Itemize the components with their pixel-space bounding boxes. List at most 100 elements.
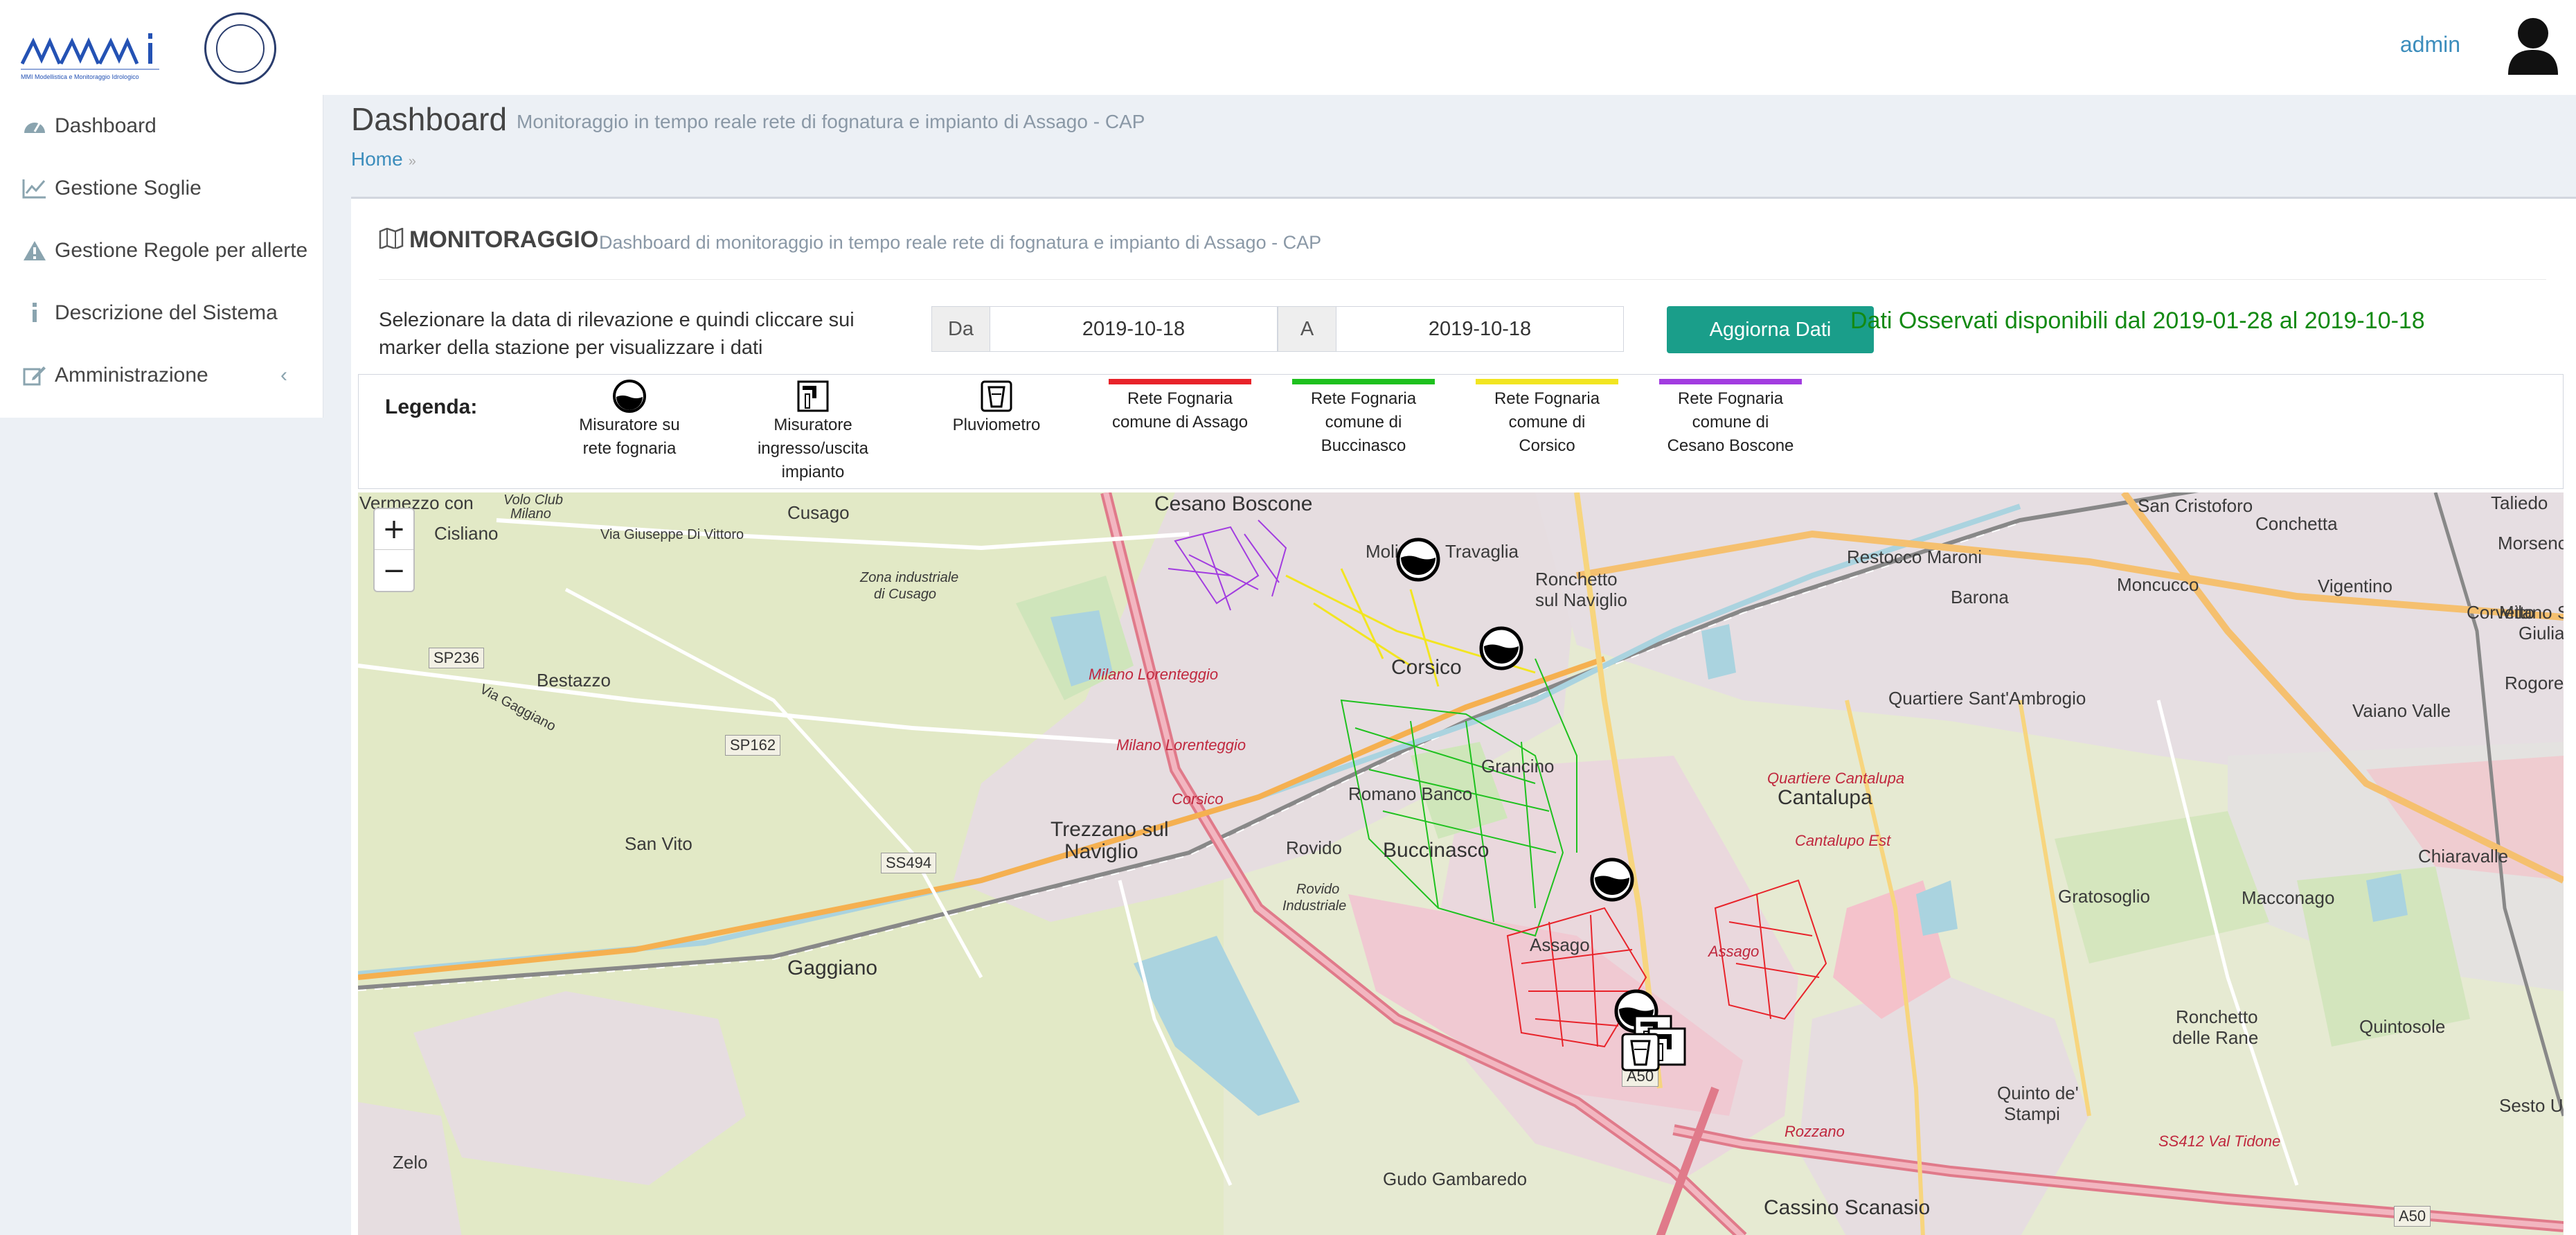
legend-color-swatch: [1292, 379, 1435, 384]
date-to-label: A: [1278, 307, 1336, 351]
sidebar-item-gestione-regole[interactable]: Gestione Regole per allerte: [0, 220, 323, 282]
map-label: Cusago: [787, 502, 850, 523]
page-subtitle: Monitoraggio in tempo reale rete di fogn…: [517, 111, 1145, 132]
sidebar: Dashboard Gestione Soglie Gestione Regol…: [0, 95, 323, 418]
map-label: Naviglio: [1064, 840, 1138, 863]
map-label: Cantalupo Est: [1795, 832, 1891, 849]
map-label: Travaglia: [1445, 541, 1519, 562]
rain-gauge-icon: [981, 380, 1012, 412]
date-to-input[interactable]: [1336, 307, 1623, 351]
sidebar-item-amministrazione[interactable]: Amministrazione ‹: [0, 344, 323, 407]
map-label: Assago: [1708, 943, 1760, 960]
map-label: Giulia: [2519, 623, 2564, 643]
map-label: Trezzano sul: [1050, 818, 1169, 841]
map-view[interactable]: Cesano Boscone Cusago Cisliano Volo Club…: [358, 492, 2564, 1235]
map-label: Corsico: [1391, 656, 1462, 679]
university-seal-logo: [204, 12, 276, 85]
map-tiles[interactable]: [358, 492, 2564, 1235]
map-label: di Cusago: [874, 587, 937, 602]
sewer-gauge-marker[interactable]: [1395, 537, 1441, 583]
sidebar-item-label: Amministrazione: [55, 364, 208, 387]
legend-label: Rete Fognaria comune di Cesano Boscone: [1667, 389, 1794, 455]
legend-item-sewer-gauge: Misuratore su rete fognaria: [557, 379, 702, 461]
user-name[interactable]: admin: [2400, 32, 2460, 57]
map-label: SS412 Val Tidone: [2158, 1132, 2281, 1150]
map-label: Macconago: [2242, 887, 2335, 908]
legend-label: Misuratore ingresso/uscita impianto: [757, 416, 869, 481]
instruction-line: marker della stazione per visualizzare i…: [379, 337, 763, 359]
mmi-logo[interactable]: MMI Modellistica e Monitoraggio Idrologi…: [21, 28, 166, 85]
map-label: San Vito: [625, 833, 692, 854]
map-label: Cassino Scanasio: [1764, 1196, 1931, 1219]
map-label: Bestazzo: [537, 670, 611, 691]
sewer-gauge-marker[interactable]: [1478, 625, 1524, 671]
top-header: MMI Modellistica e Monitoraggio Idrologi…: [0, 0, 2576, 95]
zoom-out-button[interactable]: −: [375, 550, 413, 591]
breadcrumb-home-link[interactable]: Home: [351, 148, 403, 170]
chevron-left-icon: ‹: [280, 364, 287, 387]
sidebar-item-gestione-soglie[interactable]: Gestione Soglie: [0, 157, 323, 220]
date-from-label: Da: [932, 307, 990, 351]
map-label: San Cristoforo: [2138, 495, 2253, 516]
logo-text: MMI Modellistica e Monitoraggio Idrologi…: [21, 73, 139, 80]
zoom-control: + −: [373, 508, 415, 592]
map-label: Milano Lorenteggio: [1116, 736, 1246, 754]
map-label: Moncucco: [2117, 574, 2199, 595]
map-label: Cantalupa: [1778, 786, 1872, 809]
map-label: Sesto Ulteri: [2499, 1095, 2564, 1116]
map-label: Rogoredo: [2505, 673, 2564, 693]
legend-label: Pluviometro: [952, 416, 1041, 434]
instruction-line: Selezionare la data di rilevazione e qui…: [379, 309, 855, 331]
sewer-gauge-icon: [613, 380, 646, 413]
legend-item-assago-network: Rete Fognaria comune di Assago: [1107, 379, 1253, 434]
instruction-text: Selezionare la data di rilevazione e qui…: [379, 306, 905, 362]
sidebar-item-dashboard[interactable]: Dashboard: [0, 95, 323, 157]
plant-meter-icon: [797, 380, 829, 412]
page-title: Dashboard: [351, 101, 508, 137]
map-label: Zelo: [393, 1152, 428, 1173]
edit-icon: [21, 362, 48, 389]
map-icon: [379, 228, 404, 249]
legend-color-swatch: [1659, 379, 1802, 384]
monitoring-box: MONITORAGGIO Dashboard di monitoraggio i…: [351, 197, 2576, 1235]
update-data-button[interactable]: Aggiorna Dati: [1667, 306, 1874, 353]
user-avatar-icon[interactable]: [2505, 15, 2561, 75]
observed-data-range-text: Dati Osservati disponibili dal 2019-01-2…: [1850, 308, 2425, 334]
date-to-group: A: [1278, 306, 1624, 352]
legend-item-corsico-network: Rete Fognaria comune di Corsico: [1474, 379, 1620, 458]
legend-label: Rete Fognaria comune di Buccinasco: [1310, 389, 1417, 455]
map-label: Restocco Maroni: [1847, 547, 1983, 567]
map-label: Buccinasco: [1383, 839, 1490, 862]
sidebar-item-label: Descrizione del Sistema: [55, 301, 278, 324]
map-label: Rovido: [1296, 882, 1340, 897]
map-label: Stampi: [2004, 1103, 2060, 1124]
road-shield: SP236: [429, 648, 485, 668]
map-label: Gaggiano: [787, 957, 878, 979]
sewer-gauge-marker[interactable]: [1589, 857, 1635, 903]
legend-label: Rete Fognaria comune di Corsico: [1494, 389, 1600, 455]
dashboard-icon: [21, 112, 48, 140]
map-label: Barona: [1951, 587, 2009, 607]
rain-gauge-marker[interactable]: [1620, 1031, 1661, 1073]
road-shield: SS494: [881, 853, 937, 873]
breadcrumb-separator: »: [408, 154, 416, 169]
map-label: Cisliano: [434, 523, 499, 544]
legend-item-plant-meter: Misuratore ingresso/uscita impianto: [740, 379, 886, 484]
map-label: Morsenchio: [2498, 533, 2564, 553]
date-from-group: Da: [931, 306, 1278, 352]
map-label: Industriale: [1282, 898, 1347, 914]
sidebar-item-label: Dashboard: [55, 114, 156, 137]
map-label: Ronchetto: [2176, 1006, 2258, 1027]
box-title: MONITORAGGIO: [409, 226, 599, 253]
date-from-input[interactable]: [990, 307, 1277, 351]
sidebar-item-descrizione[interactable]: Descrizione del Sistema: [0, 282, 323, 344]
map-label: Quartiere Sant'Ambrogio: [1888, 688, 2086, 709]
map-legend: Legenda: Misuratore su rete fognaria Misu…: [358, 374, 2564, 489]
map-label: Rozzano: [1785, 1123, 1845, 1140]
map-label: Quartiere Cantalupa: [1767, 770, 1905, 787]
map-label: Vigentino: [2318, 576, 2392, 596]
map-label: Cesano Boscone: [1154, 492, 1313, 515]
zoom-in-button[interactable]: +: [375, 509, 413, 550]
map-label: Milano: [510, 506, 551, 522]
map-label: Assago: [1530, 934, 1590, 955]
